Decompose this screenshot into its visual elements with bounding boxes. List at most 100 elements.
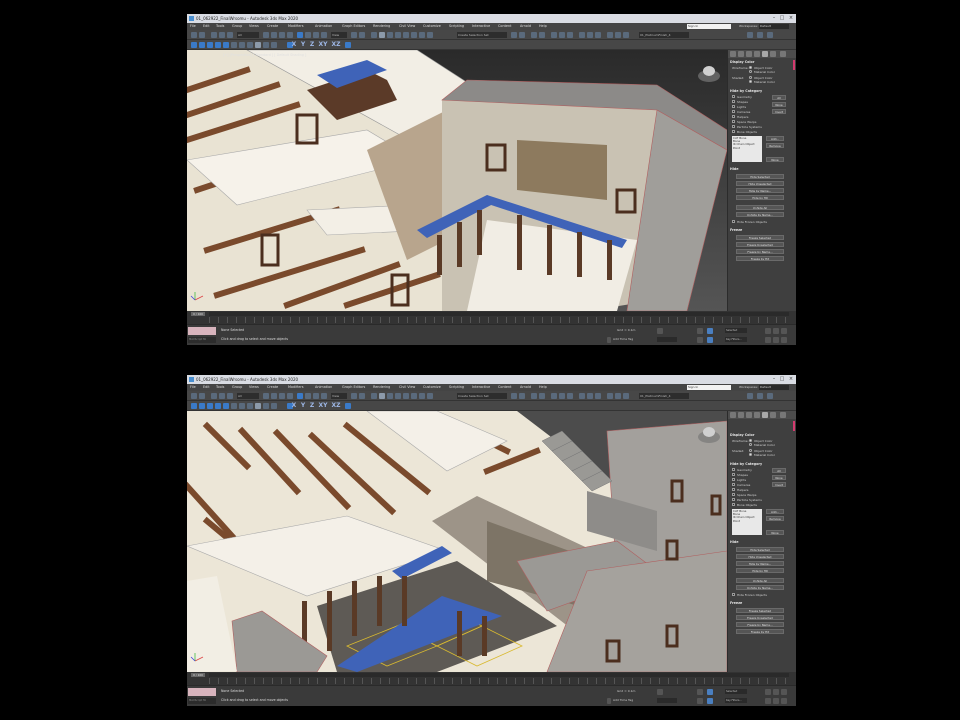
curve-editor-icon[interactable] (551, 393, 557, 399)
menu-arnold[interactable]: Arnold (520, 385, 531, 389)
edit-named-selection2-icon[interactable] (419, 32, 425, 38)
cat-space-warps-checkbox[interactable] (732, 493, 735, 496)
menu-views[interactable]: Views (249, 24, 259, 28)
zoom-icon[interactable] (765, 698, 771, 704)
freeze-by-hit-button[interactable]: Freeze by Hit (736, 629, 784, 634)
time-slider-track[interactable] (209, 673, 789, 677)
key-mode-icon[interactable] (707, 698, 713, 704)
hide-rollout[interactable]: Hide (730, 540, 739, 544)
hide-unselected-button[interactable]: Hide Unselected (736, 554, 784, 559)
cat-lights-checkbox[interactable] (732, 478, 735, 481)
menu-help[interactable]: Help (539, 24, 547, 28)
minimize-icon[interactable]: – (771, 377, 777, 382)
percent-snap-icon[interactable] (395, 32, 401, 38)
freeze-selected-button[interactable]: Freeze Selected (736, 608, 784, 613)
mirror-icon[interactable] (511, 32, 517, 38)
category-list-item[interactable]: Point (733, 519, 761, 523)
cat-cameras-checkbox[interactable] (732, 483, 735, 486)
save-icon[interactable] (757, 32, 763, 38)
maxscript-listener-button[interactable] (188, 688, 216, 696)
select-scale-icon[interactable] (313, 32, 319, 38)
unlink-icon[interactable] (219, 393, 225, 399)
select-place-icon[interactable] (321, 32, 327, 38)
hide-selected-button[interactable]: Hide Selected (736, 547, 784, 552)
axis-y-button[interactable]: Y (300, 403, 306, 409)
axis-y-button[interactable]: Y (300, 42, 306, 48)
cat-particles-checkbox[interactable] (732, 125, 735, 128)
maximize-icon[interactable]: □ (779, 377, 785, 382)
save-icon[interactable] (757, 393, 763, 399)
cat-particles-checkbox[interactable] (732, 498, 735, 501)
hide-by-category-rollout[interactable]: Hide by Category (730, 89, 762, 93)
freeze-rollout[interactable]: Freeze (730, 601, 742, 605)
menu-create[interactable]: Create (267, 24, 278, 28)
axis-z-button[interactable]: Z (309, 403, 315, 409)
freeze-unselected-button[interactable]: Freeze Unselected (736, 242, 784, 247)
freeze-by-name-button[interactable]: Freeze by Name... (736, 249, 784, 254)
render-production-icon[interactable] (595, 32, 601, 38)
panel-wrench-icon[interactable] (780, 412, 786, 418)
align-icon[interactable] (519, 393, 525, 399)
cat-bones-checkbox[interactable] (732, 503, 735, 506)
workspaces-dropdown[interactable]: Default (759, 385, 789, 390)
pan-icon[interactable] (773, 698, 779, 704)
hide-by-category-rollout[interactable]: Hide by Category (730, 462, 762, 466)
hide-frozen-checkbox[interactable] (732, 220, 735, 223)
tool-k-icon[interactable] (271, 42, 277, 48)
render-iterative-icon[interactable] (623, 32, 629, 38)
selection-filter-dropdown[interactable]: All (237, 32, 259, 38)
scene-explorer-icon[interactable] (531, 32, 537, 38)
cat-invert-button[interactable]: Invert (772, 109, 786, 114)
wireframe-material-color-radio[interactable] (749, 443, 752, 446)
menu-arnold[interactable]: Arnold (520, 24, 531, 28)
a360-icon[interactable] (615, 32, 621, 38)
tool-g-icon[interactable] (239, 403, 245, 409)
tool-g-icon[interactable] (239, 42, 245, 48)
tool-f-icon[interactable] (231, 403, 237, 409)
perspective-viewport[interactable] (187, 411, 727, 672)
schematic-view-icon[interactable] (559, 32, 565, 38)
cat-remove-button[interactable]: Remove (766, 516, 784, 521)
tool-k-icon[interactable] (271, 403, 277, 409)
pan-icon[interactable] (773, 337, 779, 343)
named-selection-set-dropdown[interactable]: Create Selection Set (457, 393, 507, 399)
menu-edit[interactable]: Edit (203, 385, 210, 389)
wireframe-object-color-radio[interactable] (749, 439, 752, 442)
menu-rendering[interactable]: Rendering (373, 385, 390, 389)
unlink-icon[interactable] (219, 32, 225, 38)
named-selection-icon[interactable] (427, 393, 433, 399)
freeze-by-hit-button[interactable]: Freeze by Hit (736, 256, 784, 261)
render-production-icon[interactable] (595, 393, 601, 399)
tool-d-icon[interactable] (215, 403, 221, 409)
maxscript-mini-listener[interactable]: MAXScript Mi (188, 337, 216, 343)
select-manipulate-icon[interactable] (359, 32, 365, 38)
rendered-frame-icon[interactable] (587, 32, 593, 38)
angle-snap-icon[interactable] (387, 32, 393, 38)
axis-xy-button[interactable]: XY (318, 42, 328, 48)
render-cloud-icon[interactable] (607, 32, 613, 38)
key-filters-button[interactable]: Key Filters... (725, 698, 747, 703)
menu-tools[interactable]: Tools (216, 24, 224, 28)
time-tag-icon[interactable] (607, 698, 611, 704)
hide-unselected-button[interactable]: Hide Unselected (736, 181, 784, 186)
menu-tools[interactable]: Tools (216, 385, 224, 389)
hide-by-name-button[interactable]: Hide by Name... (736, 188, 784, 193)
keyboard-shortcut-icon[interactable] (371, 32, 377, 38)
key-filters-button[interactable]: Key Filters... (725, 337, 747, 342)
menu-customize[interactable]: Customize (423, 24, 441, 28)
time-slider[interactable]: 0 / 100 (191, 673, 205, 677)
render-setup-icon[interactable] (579, 32, 585, 38)
modify-tab-icon[interactable] (738, 51, 744, 57)
cat-lights-checkbox[interactable] (732, 105, 735, 108)
create-tab-icon[interactable] (730, 51, 736, 57)
redo-icon[interactable] (199, 32, 205, 38)
display-color-rollout[interactable]: Display Color (730, 433, 754, 437)
tool-f-icon[interactable] (231, 42, 237, 48)
sign-in-field[interactable]: Sign In (687, 24, 731, 29)
time-slider-track[interactable] (209, 312, 789, 316)
motion-tab-icon[interactable] (754, 412, 760, 418)
mirror-icon[interactable] (511, 393, 517, 399)
cat-add-button[interactable]: Add... (766, 136, 784, 141)
axis-xz-button[interactable]: XZ (331, 42, 341, 48)
tool-e-icon[interactable] (223, 42, 229, 48)
